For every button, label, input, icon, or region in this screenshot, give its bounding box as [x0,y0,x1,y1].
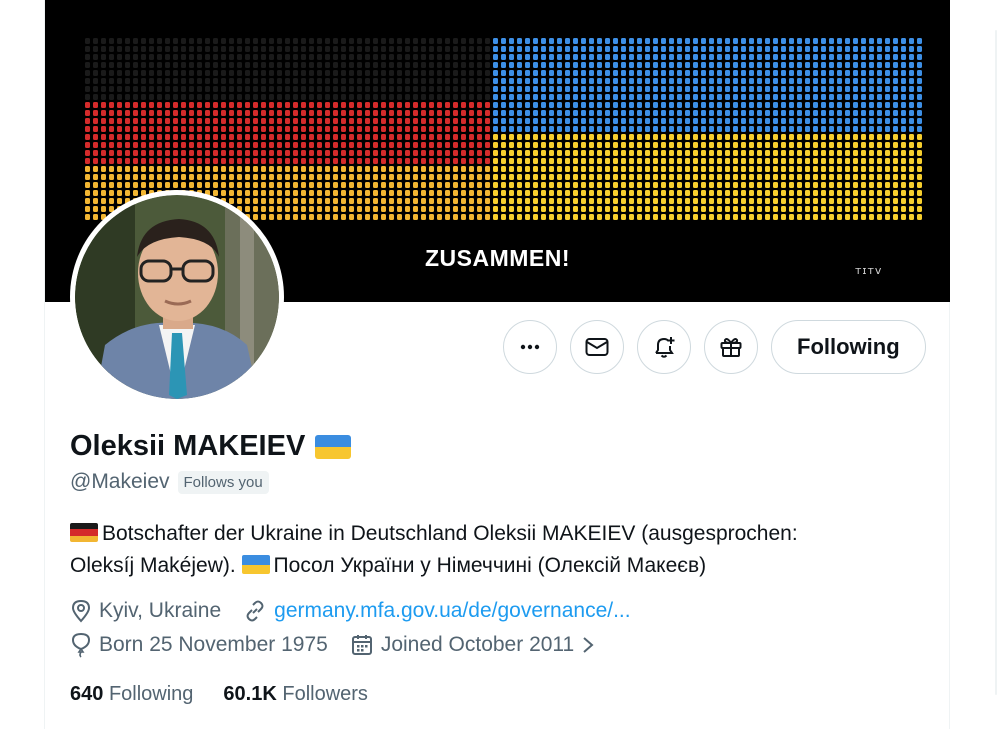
followers-stat[interactable]: 60.1K Followers [223,683,368,706]
location-item: Kyiv, Ukraine [70,599,221,623]
notifications-button[interactable] [637,320,691,374]
birthday-text: Born 25 November 1975 [99,633,328,656]
chevron-right-icon[interactable] [581,635,595,655]
ellipsis-icon [520,344,540,350]
profile-page: ZUSAMMEN! ᴛɪᴛᴠ Following Oleksii MAKEIEV… [0,0,1000,729]
calendar-icon [351,635,372,655]
ukraine-flag-icon [315,434,352,459]
germany-flag-icon [70,523,98,542]
joined-text: Joined October 2011 [380,633,575,656]
envelope-icon [585,338,609,356]
meta-row-2: Born 25 November 1975 Joined October 201… [70,632,617,658]
follow-stats: 640 Following 60.1K Followers [70,683,368,706]
message-button[interactable] [570,320,624,374]
banner-logo-mark: ᴛɪᴛᴠ [855,264,883,277]
gift-icon [720,338,742,357]
bio-text-ua: Посол України у Німеччині (Олексій Макеє… [273,554,707,577]
link-icon [246,600,264,622]
more-button[interactable] [503,320,557,374]
profile-bio: Botschafter der Ukraine in Deutschland O… [70,518,930,582]
scrollbar-track[interactable] [995,30,997,695]
following-count: 640 [70,683,104,705]
birthday-item: Born 25 November 1975 [70,632,328,658]
bio-line-2: Oleksíj Makéjew). Посол України у Німечч… [70,550,930,582]
user-handle: @Makeiev [70,470,170,493]
ukraine-flag-icon [241,555,270,574]
location-text: Kyiv, Ukraine [99,599,222,622]
website-item[interactable]: germany.mfa.gov.ua/de/governance/... [243,599,631,623]
handle-row: @Makeiev Follows you [70,470,269,494]
bio-line-1: Botschafter der Ukraine in Deutschland O… [70,518,930,550]
following-stat[interactable]: 640 Following [70,683,193,706]
followers-count: 60.1K [223,683,277,705]
gift-button[interactable] [704,320,758,374]
banner-figures [85,38,922,220]
location-pin-icon [71,599,91,623]
follows-you-badge: Follows you [177,470,269,494]
meta-row-1: Kyiv, Ukraine germany.mfa.gov.ua/de/gove… [70,599,653,623]
balloon-icon [71,632,91,658]
followers-label: Followers [282,683,368,705]
avatar[interactable] [70,190,284,404]
following-button[interactable]: Following [771,320,926,374]
bio-text-de: Botschafter der Ukraine in Deutschland O… [102,522,798,545]
following-label: Following [108,683,194,705]
website-link[interactable]: germany.mfa.gov.ua/de/governance/... [274,599,630,623]
name-row: Oleksii MAKEIEV [70,430,352,463]
avatar-portrait [75,195,279,399]
bell-plus-icon [655,337,675,358]
joined-item[interactable]: Joined October 2011 [350,633,595,657]
display-name: Oleksii MAKEIEV [70,430,306,462]
profile-column: ZUSAMMEN! ᴛɪᴛᴠ Following Oleksii MAKEIEV… [44,0,950,729]
profile-actions: Following [503,320,926,374]
bio-text-de-cont: Oleksíj Makéjew). [70,554,236,577]
